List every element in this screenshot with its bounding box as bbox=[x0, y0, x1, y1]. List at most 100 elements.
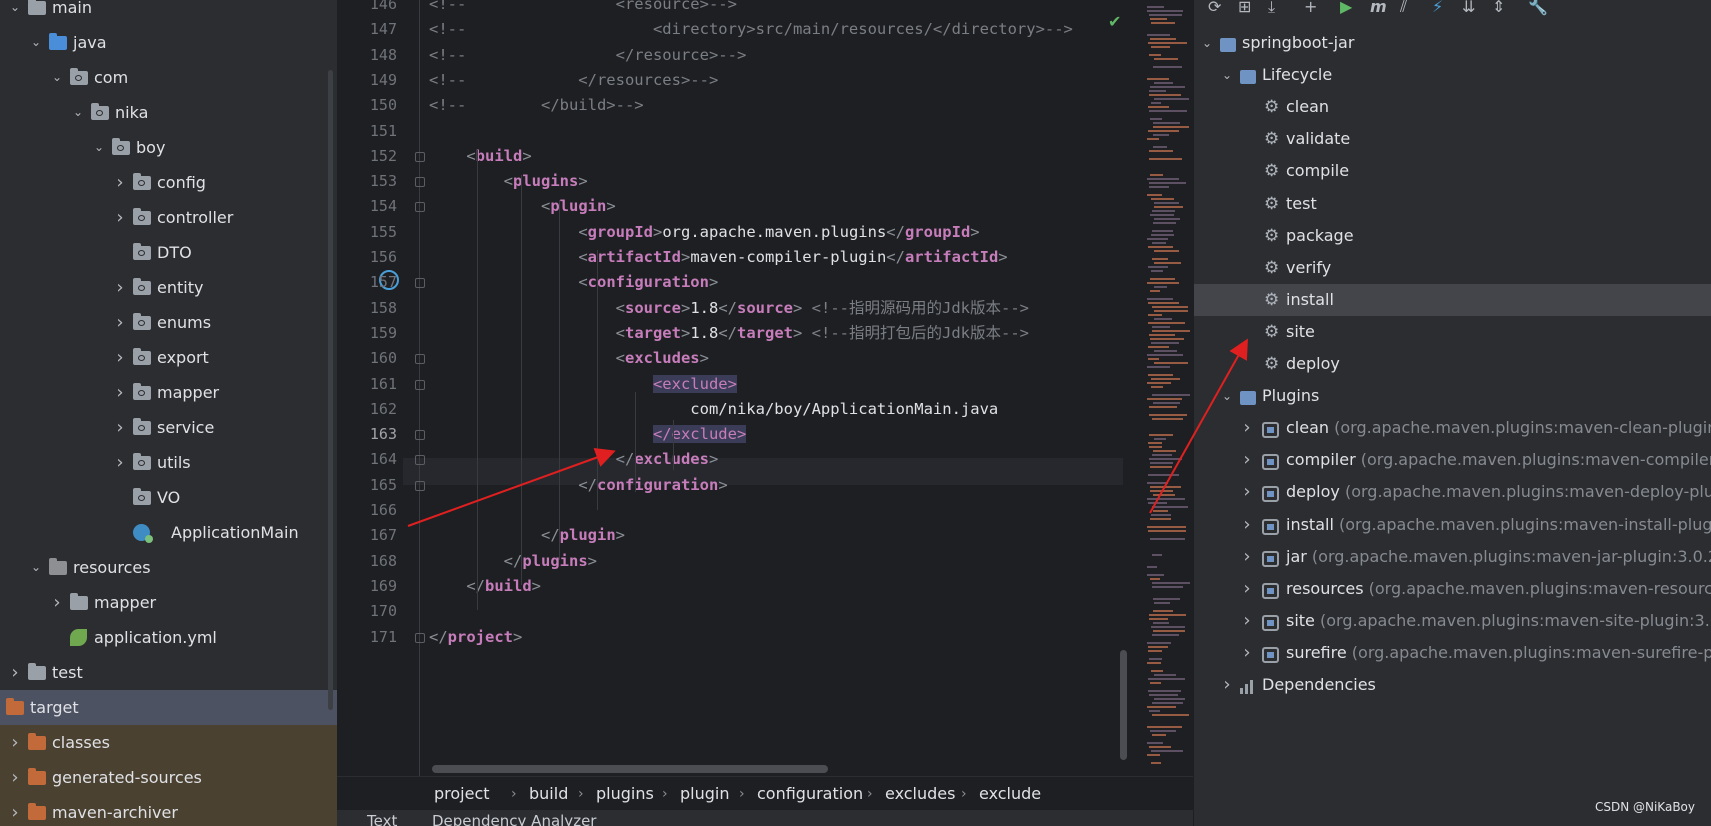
breadcrumb-item[interactable]: exclude bbox=[979, 777, 1041, 811]
code-line[interactable]: <configuration> bbox=[429, 270, 718, 295]
maven-lifecycle-node[interactable]: ⌄ Lifecycle bbox=[1194, 59, 1711, 91]
settings-icon[interactable]: 🔧 bbox=[1528, 0, 1548, 18]
breadcrumb-item[interactable]: excludes bbox=[885, 777, 955, 811]
tree-item[interactable]: › enums bbox=[0, 305, 337, 340]
tree-item[interactable]: VO bbox=[0, 480, 337, 515]
fold-marker-icon[interactable] bbox=[415, 177, 425, 188]
editor-horizontal-scrollbar[interactable] bbox=[432, 765, 828, 773]
code-line[interactable]: <!-- </resources>--> bbox=[429, 68, 718, 93]
lifecycle-goal-test[interactable]: ⚙ test bbox=[1194, 188, 1711, 220]
code-line[interactable]: <target>1.8</target> <!--指明打包后的Jdk版本--> bbox=[429, 321, 1029, 346]
code-line[interactable]: <plugins> bbox=[429, 169, 588, 194]
tree-item[interactable]: ⌄ nika bbox=[0, 95, 337, 130]
show-dependencies-icon[interactable]: ⇊ bbox=[1462, 0, 1475, 18]
fold-marker-icon[interactable] bbox=[415, 455, 425, 466]
execute-goal-icon[interactable]: m bbox=[1370, 0, 1387, 18]
lifecycle-goal-site[interactable]: ⚙ site bbox=[1194, 316, 1711, 348]
chevron-down-icon[interactable]: ⌄ bbox=[29, 25, 43, 60]
chevron-right-icon[interactable]: › bbox=[113, 340, 127, 375]
plugin-compiler[interactable]: › compiler (org.apache.maven.plugins:mave… bbox=[1194, 444, 1711, 476]
fold-marker-icon[interactable] bbox=[415, 379, 425, 390]
chevron-down-icon[interactable]: ⌄ bbox=[92, 130, 106, 165]
tree-item[interactable]: › maven-archiver bbox=[0, 795, 337, 826]
code-line[interactable]: <groupId>org.apache.maven.plugins</group… bbox=[429, 220, 979, 245]
collapse-all-icon[interactable]: ⇕ bbox=[1492, 0, 1505, 18]
lifecycle-goal-package[interactable]: ⚙ package bbox=[1194, 220, 1711, 252]
tree-item[interactable]: › entity bbox=[0, 270, 337, 305]
code-line[interactable]: </build> bbox=[429, 574, 541, 599]
chevron-right-icon[interactable]: › bbox=[113, 305, 127, 340]
tree-item[interactable]: › service bbox=[0, 410, 337, 445]
chevron-right-icon[interactable]: › bbox=[113, 200, 127, 235]
fold-marker-icon[interactable] bbox=[415, 202, 425, 213]
chevron-right-icon[interactable]: › bbox=[8, 760, 22, 795]
code-line[interactable]: <!-- </resource>--> bbox=[429, 43, 746, 68]
plugin-jar[interactable]: › jar (org.apache.maven.plugins:maven-jar… bbox=[1194, 541, 1711, 573]
tree-item[interactable]: DTO bbox=[0, 235, 337, 270]
project-tree-scrollbar[interactable] bbox=[328, 70, 333, 710]
skip-tests-icon[interactable]: ⚡ bbox=[1432, 0, 1443, 18]
code-minimap[interactable] bbox=[1137, 0, 1193, 775]
code-line[interactable]: <build> bbox=[429, 144, 531, 169]
maven-plugins-node[interactable]: ⌄ Plugins bbox=[1194, 380, 1711, 412]
fold-marker-icon[interactable] bbox=[415, 354, 425, 365]
tree-item[interactable]: application.yml bbox=[0, 620, 337, 655]
plugin-site[interactable]: › site (org.apache.maven.plugins:maven-si… bbox=[1194, 605, 1711, 637]
chevron-down-icon[interactable]: ⌄ bbox=[1220, 59, 1234, 94]
code-line[interactable]: </excludes> bbox=[429, 447, 719, 472]
tree-item[interactable]: target bbox=[0, 690, 337, 725]
breadcrumb-item[interactable]: project bbox=[434, 777, 490, 811]
tree-item[interactable]: › classes bbox=[0, 725, 337, 760]
chevron-right-icon[interactable]: › bbox=[113, 410, 127, 445]
tree-item[interactable]: › test bbox=[0, 655, 337, 690]
code-line[interactable]: </project> bbox=[429, 625, 522, 650]
fold-marker-icon[interactable] bbox=[415, 632, 425, 643]
lifecycle-goal-deploy[interactable]: ⚙ deploy bbox=[1194, 348, 1711, 380]
fold-marker-icon[interactable] bbox=[415, 278, 425, 289]
chevron-right-icon[interactable]: › bbox=[1240, 509, 1254, 544]
refresh-icon[interactable]: ⟳ bbox=[1208, 0, 1221, 18]
lifecycle-goal-clean[interactable]: ⚙ clean bbox=[1194, 91, 1711, 123]
generate-sources-icon[interactable]: ⊞ bbox=[1238, 0, 1251, 18]
chevron-right-icon[interactable]: › bbox=[1240, 444, 1254, 479]
chevron-down-icon[interactable]: ⌄ bbox=[71, 95, 85, 130]
code-line[interactable]: <!-- </build>--> bbox=[429, 93, 644, 118]
lifecycle-goal-compile[interactable]: ⚙ compile bbox=[1194, 155, 1711, 187]
chevron-right-icon[interactable]: › bbox=[113, 165, 127, 200]
chevron-right-icon[interactable]: › bbox=[1240, 573, 1254, 608]
code-line[interactable]: </plugins> bbox=[429, 549, 597, 574]
tree-item[interactable]: ApplicationMain bbox=[0, 515, 337, 550]
maven-dependencies-node[interactable]: › Dependencies bbox=[1194, 669, 1711, 701]
maven-project-root[interactable]: ⌄ springboot-jar bbox=[1194, 27, 1711, 59]
chevron-down-icon[interactable]: ⌄ bbox=[8, 0, 22, 25]
chevron-right-icon[interactable]: › bbox=[8, 655, 22, 690]
editor-bottom-tab[interactable]: Dependency Analyzer bbox=[432, 812, 596, 826]
chevron-right-icon[interactable]: › bbox=[1240, 476, 1254, 511]
breadcrumb-item[interactable]: build bbox=[529, 777, 568, 811]
chevron-right-icon[interactable]: › bbox=[113, 445, 127, 480]
code-line[interactable]: <!-- <resource>--> bbox=[429, 0, 737, 17]
toggle-offline-icon[interactable]: ⫽ bbox=[1400, 0, 1407, 18]
tree-item[interactable]: ⌄ resources bbox=[0, 550, 337, 585]
lifecycle-goal-verify[interactable]: ⚙ verify bbox=[1194, 252, 1711, 284]
fold-marker-icon[interactable] bbox=[415, 430, 425, 441]
code-line[interactable]: </configuration> bbox=[429, 473, 727, 498]
tree-item[interactable]: ⌄ java bbox=[0, 25, 337, 60]
tree-item[interactable]: › mapper bbox=[0, 375, 337, 410]
tree-item[interactable]: › mapper bbox=[0, 585, 337, 620]
plugin-install[interactable]: › install (org.apache.maven.plugins:maven… bbox=[1194, 509, 1711, 541]
tree-item[interactable]: ⌄ boy bbox=[0, 130, 337, 165]
breadcrumb-item[interactable]: plugins bbox=[596, 777, 654, 811]
tree-item[interactable]: › export bbox=[0, 340, 337, 375]
chevron-right-icon[interactable]: › bbox=[8, 795, 22, 826]
chevron-right-icon[interactable]: › bbox=[8, 725, 22, 760]
chevron-right-icon[interactable]: › bbox=[1240, 412, 1254, 447]
chevron-right-icon[interactable]: › bbox=[113, 270, 127, 305]
code-line[interactable]: <excludes> bbox=[429, 346, 709, 371]
tree-item[interactable]: › config bbox=[0, 165, 337, 200]
breadcrumb-item[interactable]: plugin bbox=[680, 777, 729, 811]
plugin-resources[interactable]: › resources (org.apache.maven.plugins:mav… bbox=[1194, 573, 1711, 605]
chevron-down-icon[interactable]: ⌄ bbox=[50, 60, 64, 95]
add-icon[interactable]: + bbox=[1304, 0, 1317, 18]
chevron-down-icon[interactable]: ⌄ bbox=[1220, 380, 1234, 415]
